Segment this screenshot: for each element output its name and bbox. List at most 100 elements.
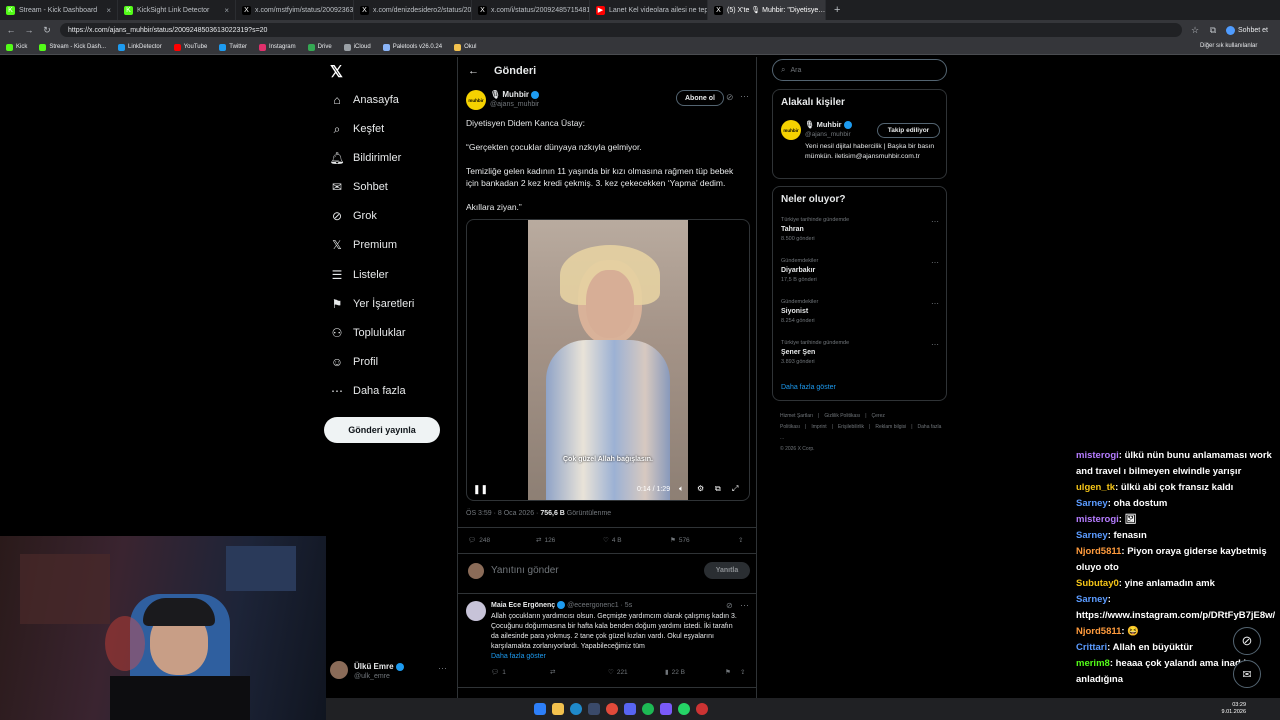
comment-views[interactable]: ▮ 22 B	[665, 668, 685, 677]
extensions-icon[interactable]: ⧉	[1208, 25, 1218, 36]
edge-icon[interactable]	[570, 703, 582, 715]
footer-link[interactable]: Imprint	[811, 424, 826, 430]
share-icon[interactable]: ⇪	[738, 536, 743, 544]
back-arrow-icon[interactable]: ←	[468, 65, 479, 77]
bookmark-item[interactable]: Twitter	[219, 43, 247, 51]
forward-icon[interactable]: →	[24, 25, 34, 35]
related-name-row[interactable]: 🎙 Muhbir	[805, 120, 852, 130]
new-tab-icon[interactable]: +	[826, 4, 848, 16]
bookmark-item[interactable]: Drive	[307, 43, 332, 51]
more-icon[interactable]: ⋯	[740, 600, 749, 611]
chat-username[interactable]: Sarney	[1076, 594, 1108, 605]
sidebar-item[interactable]: 𝕏 Premium	[330, 234, 450, 256]
more-icon[interactable]: ⋯	[931, 258, 939, 267]
footer-link[interactable]: Reklam bilgisi	[875, 424, 906, 430]
show-more-link[interactable]: Daha fazla göster	[491, 653, 546, 660]
footer-link[interactable]: Gizlilik Politikası	[824, 413, 860, 419]
sidebar-item[interactable]: ⚇ Topluluklar	[330, 322, 450, 344]
sidebar-item[interactable]: ✉ Sohbet	[330, 176, 450, 198]
author-avatar[interactable]: muhbir	[466, 90, 486, 110]
reply-action[interactable]: 💬︎ 248	[468, 536, 490, 545]
chat-username[interactable]: Njord5811	[1076, 626, 1121, 637]
bookmark-item[interactable]: Kick	[6, 43, 27, 51]
reply-button[interactable]: Yanıtla	[704, 562, 750, 579]
bookmark-item[interactable]: Instagram	[258, 43, 296, 51]
spotify-icon[interactable]	[642, 703, 654, 715]
related-avatar[interactable]: muhbir	[781, 120, 801, 140]
settings-icon[interactable]: ⚙︎	[697, 484, 704, 493]
whatsapp-icon[interactable]	[678, 703, 690, 715]
grok-icon[interactable]: ⊘	[726, 601, 733, 610]
grok-icon[interactable]: ⊘	[726, 92, 734, 103]
chat-username[interactable]: misterogi	[1076, 450, 1119, 461]
chat-username[interactable]: Subutay0	[1076, 578, 1119, 589]
pause-icon[interactable]: ❚❚	[473, 484, 488, 495]
app-icon[interactable]	[696, 703, 708, 715]
bookmark-item[interactable]: YouTube	[173, 43, 207, 51]
subscribe-button[interactable]: Abone ol	[676, 90, 724, 106]
sidebar-item[interactable]: ⌕ Keşfet	[330, 118, 450, 140]
trends-show-more[interactable]: Daha fazla göster	[781, 384, 836, 391]
app-icon[interactable]	[660, 703, 672, 715]
repost-action[interactable]: ⇄ 126	[536, 536, 555, 545]
footer-link[interactable]: Hizmet Şartları	[780, 413, 813, 419]
account-switcher[interactable]: Ülkü Emre @ulk_emre ⋯	[330, 661, 450, 685]
url-input[interactable]: https://x.com/ajans_muhbir/status/200924…	[60, 23, 1182, 37]
browser-tab[interactable]: X(5) X'te 🎙 Muhbir: "Diyetisye…×	[708, 0, 826, 20]
pip-icon[interactable]: ⧉	[715, 484, 721, 494]
other-bookmarks[interactable]: Diğer sık kullanılanlar	[1200, 43, 1257, 49]
app-icon[interactable]	[606, 703, 618, 715]
more-icon[interactable]: ⋯	[931, 217, 939, 226]
chat-username[interactable]: misterogi	[1076, 514, 1119, 525]
windows-start-icon[interactable]	[534, 703, 546, 715]
steam-icon[interactable]	[588, 703, 600, 715]
following-button[interactable]: Takip ediliyor	[877, 123, 940, 138]
chat-username[interactable]: merim8	[1076, 658, 1110, 669]
more-icon[interactable]: ⋯	[931, 340, 939, 349]
browser-tab[interactable]: Xx.com/denizdesidero2/status/200…×	[354, 0, 472, 20]
taskbar-clock[interactable]: 03:29 9.01.2026	[1222, 702, 1246, 716]
bookmark-item[interactable]: iCloud	[343, 43, 371, 51]
comment-repost-action[interactable]: ⇄	[550, 668, 555, 676]
video-player[interactable]: Çok güzel Allah bağışlasın. ❚❚ 0:14 / 1:…	[466, 219, 750, 501]
trend-item[interactable]: Gündemdekiler Siyonist 8.254 gönderi ⋯	[781, 299, 941, 324]
fullscreen-icon[interactable]: ⤢	[732, 484, 738, 494]
sidebar-item[interactable]: ☺ Profil	[330, 351, 450, 373]
bookmark-icon[interactable]: ⚑	[725, 668, 731, 676]
author-handle[interactable]: @ajans_muhbir	[490, 101, 539, 108]
discord-icon[interactable]	[624, 703, 636, 715]
browser-tab[interactable]: Xx.com/i/status/2009248571548117…×	[472, 0, 590, 20]
close-icon[interactable]: ×	[106, 6, 111, 15]
volume-icon[interactable]: 🔈︎	[679, 484, 684, 494]
bookmark-item[interactable]: Okul	[454, 43, 476, 51]
like-action[interactable]: ♡ 4 B	[603, 536, 622, 545]
chat-username[interactable]: Sarney	[1076, 530, 1108, 541]
search-input[interactable]: ⌕ Ara	[772, 59, 947, 81]
sidebar-item[interactable]: ⊘ Grok	[330, 205, 450, 227]
bookmark-item[interactable]: Stream - Kick Dash...	[39, 43, 106, 51]
more-icon[interactable]: ⋯	[931, 299, 939, 308]
x-logo-icon[interactable]: 𝕏	[330, 62, 343, 82]
bookmark-action[interactable]: ⚑ 576	[670, 536, 690, 545]
bookmark-item[interactable]: LinkDetector	[118, 43, 162, 51]
trend-item[interactable]: Gündemdekiler Diyarbakır 17,5 B gönderi ⋯	[781, 258, 941, 283]
sidebar-item[interactable]: ⌂ Anasayfa	[330, 89, 450, 111]
author-name-row[interactable]: 🎙 Muhbir	[490, 90, 540, 99]
browser-tab[interactable]: ▶Lanet Kel videolara ailesi ne tepki…×	[590, 0, 708, 20]
messages-fab-icon[interactable]: ✉	[1233, 660, 1261, 688]
comment-author[interactable]: Maia Ece Ergönenç	[491, 602, 555, 609]
file-explorer-icon[interactable]	[552, 703, 564, 715]
reload-icon[interactable]: ↻	[42, 25, 52, 36]
sidebar-item[interactable]: 🔔︎ Bildirimler	[329, 147, 450, 169]
comment-like-action[interactable]: ♡ 221	[608, 668, 628, 677]
comment-reply-action[interactable]: 💬︎ 1	[491, 668, 506, 677]
trend-item[interactable]: Türkiye tarihinde gündemde Tahran 8.500 gö…	[781, 217, 941, 242]
trend-item[interactable]: Türkiye tarihinde gündemde Şener Şen 3.893…	[781, 340, 941, 365]
back-icon[interactable]: ←	[6, 25, 16, 35]
browser-tab[interactable]: Xx.com/mstfyim/status/200923638…×	[236, 0, 354, 20]
sidebar-item[interactable]: ⋯ Daha fazla	[330, 380, 450, 402]
share-icon[interactable]: ⇪	[740, 668, 745, 676]
footer-link[interactable]: Erişilebilirlik	[838, 424, 864, 430]
grok-fab-icon[interactable]: ⊘	[1233, 627, 1261, 655]
browser-tab[interactable]: K KickSight Link Detector ×	[118, 0, 236, 20]
